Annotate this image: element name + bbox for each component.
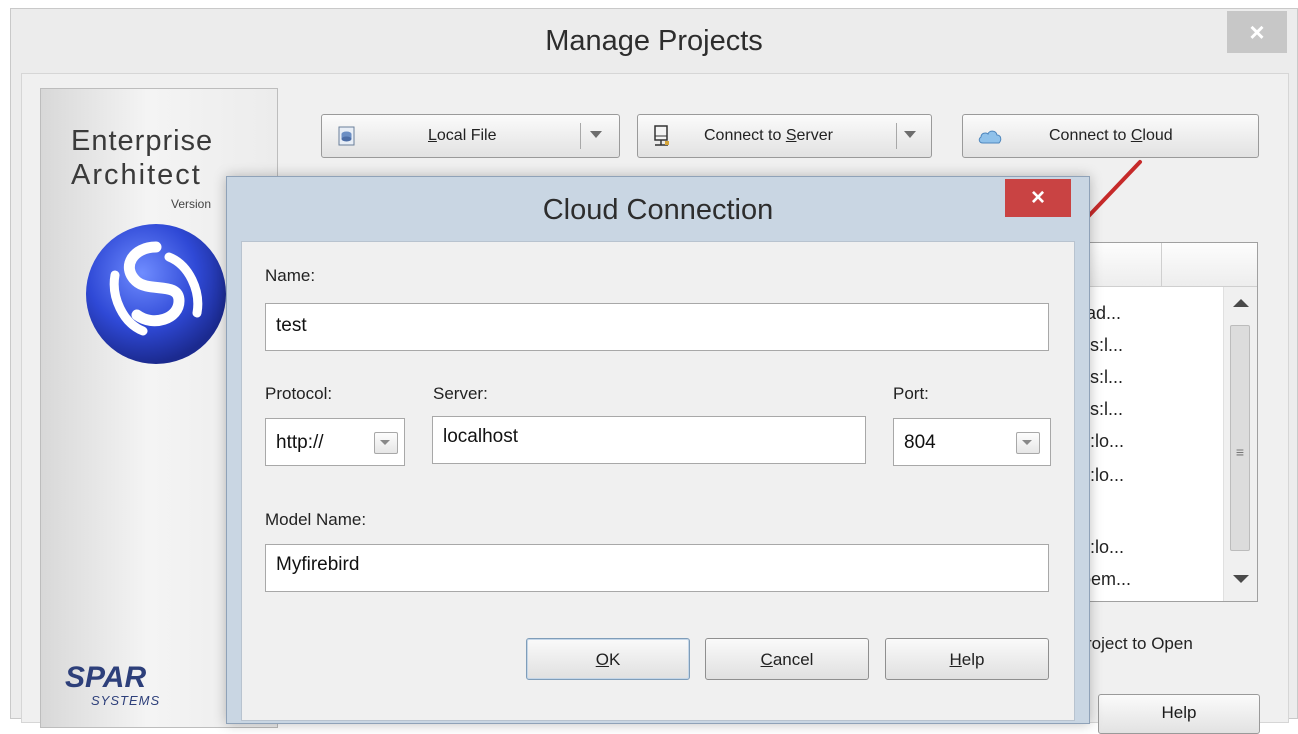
chevron-down-icon[interactable] bbox=[904, 131, 916, 138]
protocol-value: http:// bbox=[276, 432, 324, 453]
brand-line-1: Enterprise bbox=[71, 125, 214, 157]
chevron-down-icon[interactable] bbox=[374, 432, 398, 454]
dialog-title: Cloud Connection bbox=[542, 194, 774, 226]
help-button[interactable]: Help bbox=[885, 638, 1049, 680]
cloud-icon bbox=[978, 130, 1002, 144]
connect-to-cloud-button[interactable]: Connect to Cloud bbox=[962, 114, 1259, 158]
window-title: Manage Projects bbox=[545, 25, 763, 57]
name-label: Name: bbox=[265, 266, 316, 285]
ok-button[interactable]: OK bbox=[526, 638, 690, 680]
cloud-connection-dialog: Cloud Connection × Name: test Protocol: … bbox=[226, 176, 1090, 724]
company-logo: SPAR bbox=[65, 661, 147, 694]
database-file-icon bbox=[338, 126, 355, 146]
scroll-up-arrow-icon[interactable] bbox=[1233, 299, 1249, 307]
server-icon bbox=[654, 125, 669, 146]
chevron-down-icon[interactable] bbox=[590, 131, 602, 138]
version-label: Version bbox=[171, 197, 212, 211]
scroll-down-arrow-icon[interactable] bbox=[1233, 575, 1249, 583]
model-name-input[interactable]: Myfirebird bbox=[265, 544, 1049, 592]
dialog-body: Name: test Protocol: http:// Server: loc… bbox=[241, 241, 1075, 721]
protocol-label: Protocol: bbox=[265, 384, 333, 403]
protocol-select[interactable]: http:// bbox=[265, 418, 405, 466]
server-label: Server: bbox=[433, 384, 488, 403]
port-label: Port: bbox=[893, 384, 929, 403]
connect-to-server-label: Connect to Server bbox=[704, 127, 833, 144]
cancel-button[interactable]: Cancel bbox=[705, 638, 869, 680]
company-subtitle: SYSTEMS bbox=[91, 693, 161, 708]
model-name-label: Model Name: bbox=[265, 510, 367, 529]
enterprise-architect-logo-icon bbox=[86, 224, 226, 364]
port-value: 804 bbox=[904, 432, 936, 453]
grip-icon: ≡ bbox=[1235, 444, 1245, 460]
scrollbar-thumb[interactable]: ≡ bbox=[1230, 325, 1250, 551]
vertical-scrollbar[interactable]: ≡ bbox=[1223, 287, 1257, 601]
brand-line-2: Architect bbox=[71, 159, 202, 191]
local-file-button[interactable]: Local File bbox=[321, 114, 620, 158]
chevron-down-icon[interactable] bbox=[1016, 432, 1040, 454]
close-window-button[interactable]: × bbox=[1227, 11, 1287, 53]
port-select[interactable]: 804 bbox=[893, 418, 1051, 466]
connect-to-server-button[interactable]: Connect to Server bbox=[637, 114, 932, 158]
close-dialog-button[interactable]: × bbox=[1005, 179, 1071, 217]
local-file-label: Local File bbox=[428, 127, 497, 144]
connect-to-cloud-label: Connect to Cloud bbox=[1049, 127, 1173, 144]
outer-help-button[interactable]: Help bbox=[1098, 694, 1260, 734]
name-input[interactable]: test bbox=[265, 303, 1049, 351]
project-to-open-label: roject to Open bbox=[1086, 634, 1193, 653]
recent-projects-list[interactable]: ,ad... ss:l... ss:l... ss:l... s:lo... s… bbox=[1070, 242, 1258, 602]
server-input[interactable]: localhost bbox=[432, 416, 866, 464]
